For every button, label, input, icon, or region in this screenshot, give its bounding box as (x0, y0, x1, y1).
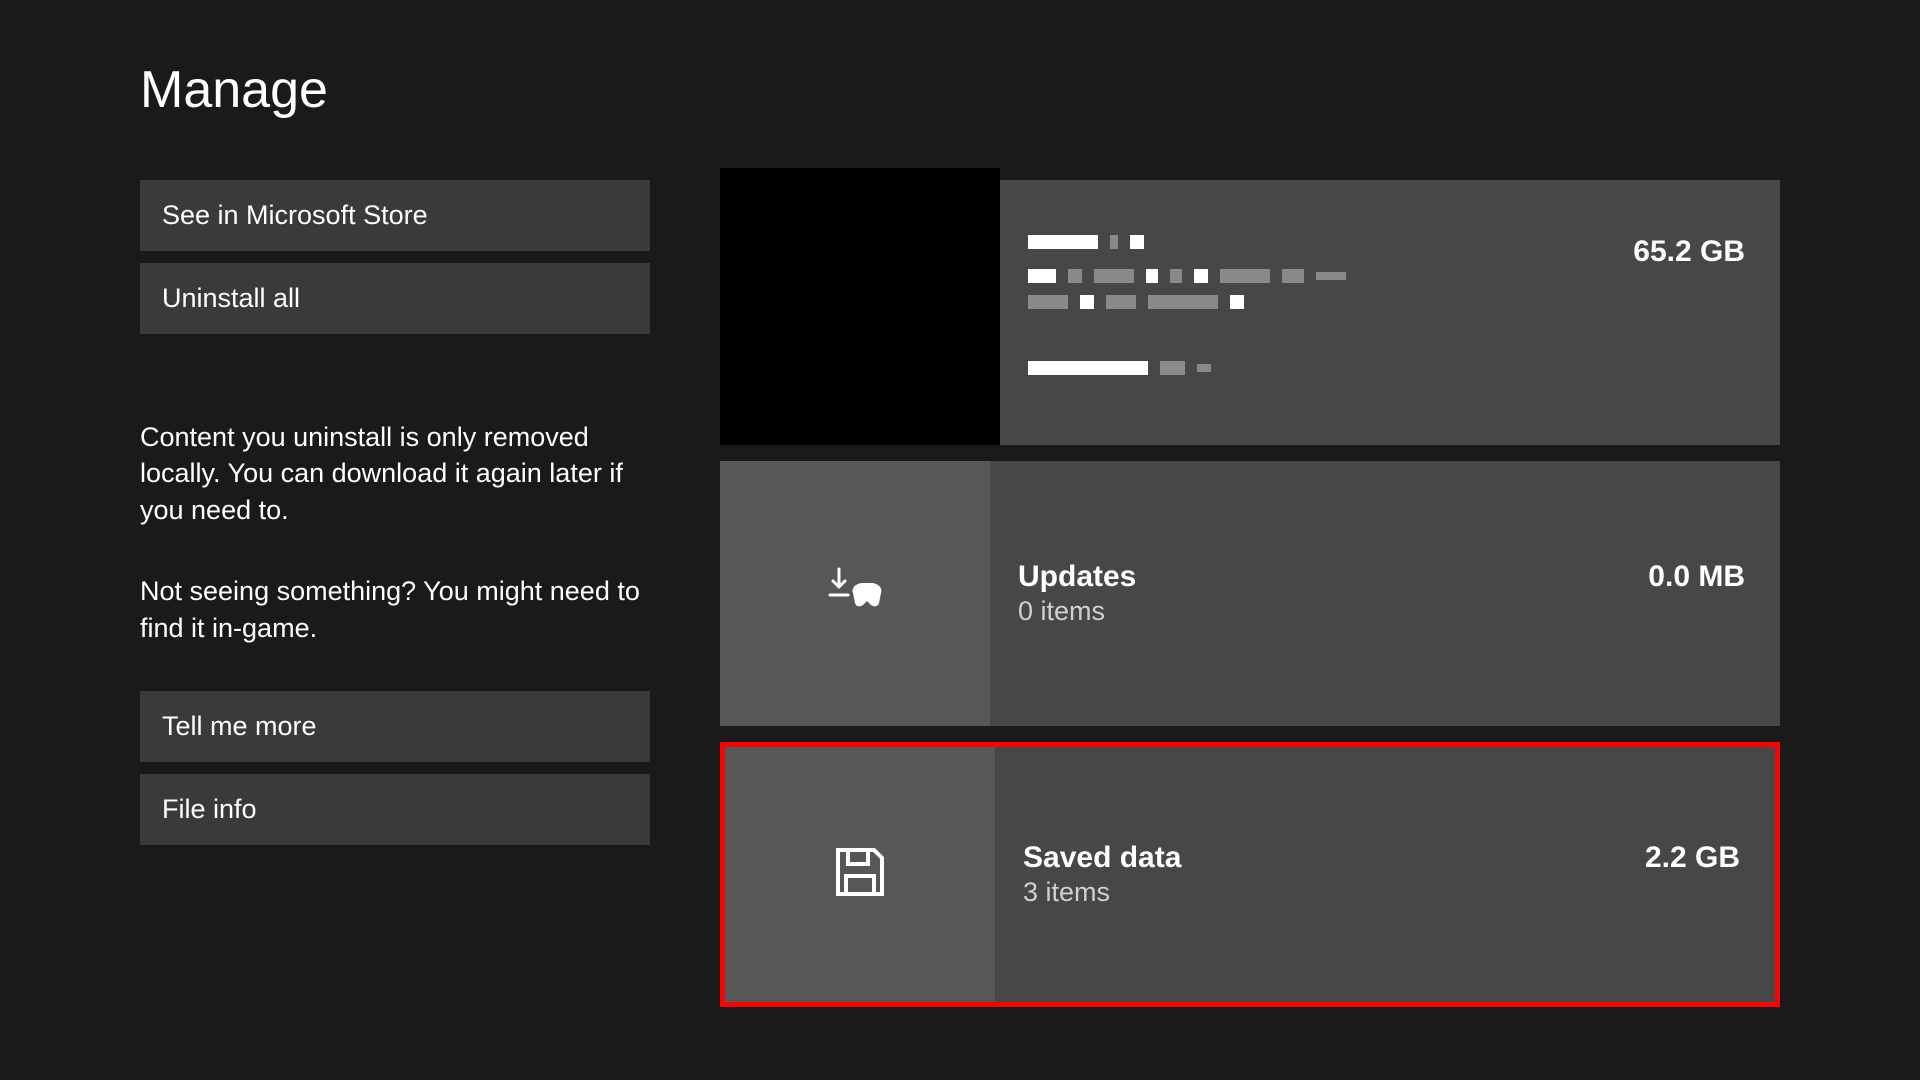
updates-size: 0.0 MB (1648, 560, 1745, 594)
saved-data-title: Saved data (1023, 841, 1735, 875)
updates-subtitle: 0 items (1018, 596, 1740, 627)
game-size: 65.2 GB (1633, 235, 1745, 269)
updates-title: Updates (1018, 560, 1740, 594)
uninstall-all-button[interactable]: Uninstall all (140, 263, 650, 334)
save-icon (828, 840, 892, 909)
page-title: Manage (140, 60, 1780, 120)
saved-data-tile[interactable]: Saved data 3 items 2.2 GB (720, 742, 1780, 1007)
saved-data-subtitle: 3 items (1023, 877, 1735, 908)
info-text-uninstall: Content you uninstall is only removed lo… (140, 419, 650, 528)
file-info-button[interactable]: File info (140, 774, 650, 845)
saved-data-size: 2.2 GB (1645, 841, 1740, 875)
download-controller-icon (823, 559, 887, 628)
game-artwork (720, 168, 1000, 445)
updates-tile[interactable]: Updates 0 items 0.0 MB (720, 461, 1780, 726)
game-tile[interactable]: 65.2 GB (720, 180, 1780, 445)
info-text-notseeing: Not seeing something? You might need to … (140, 573, 650, 646)
tell-me-more-button[interactable]: Tell me more (140, 691, 650, 762)
sidebar: See in Microsoft Store Uninstall all Con… (140, 180, 650, 1007)
see-store-button[interactable]: See in Microsoft Store (140, 180, 650, 251)
